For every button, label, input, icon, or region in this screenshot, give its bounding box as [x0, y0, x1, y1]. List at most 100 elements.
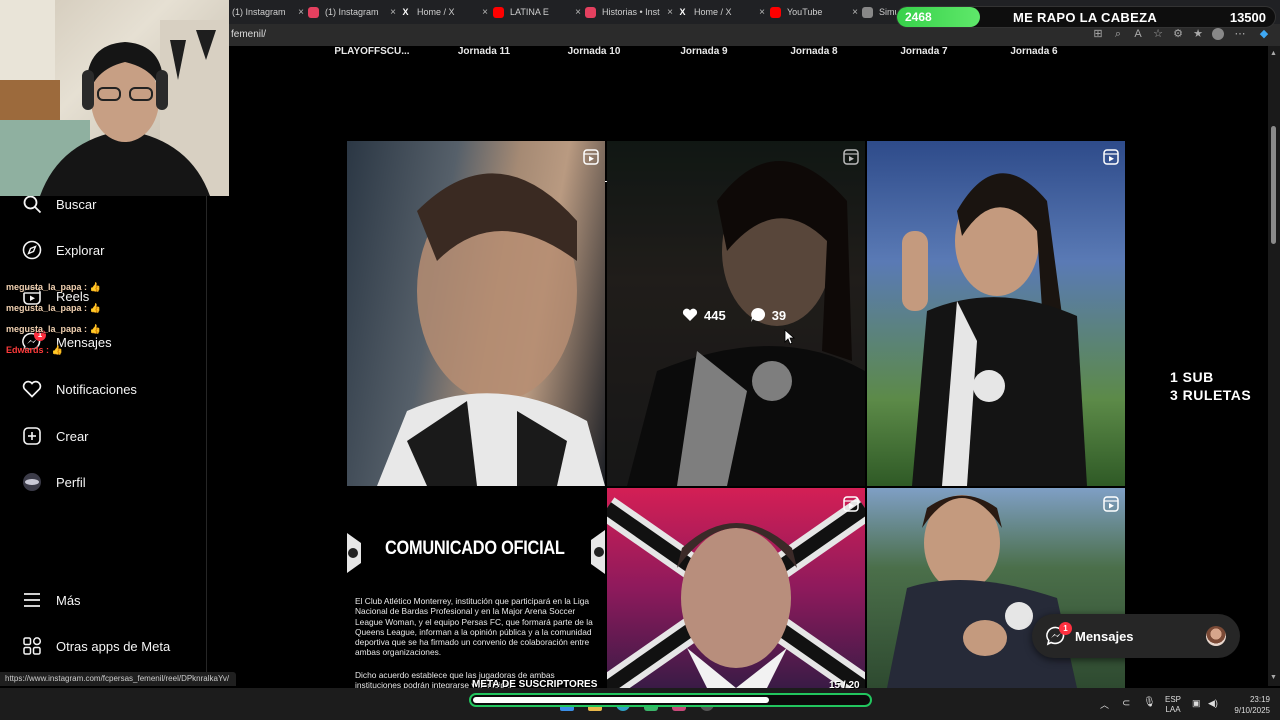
chat-message: Edwards : 👍: [6, 345, 63, 356]
contact-avatar[interactable]: [1206, 626, 1226, 646]
sidebar-item-meta-apps[interactable]: Otras apps de Meta: [22, 636, 170, 656]
post-player-pointing[interactable]: [867, 488, 1125, 688]
sidebar-item-label: Más: [56, 592, 81, 608]
instagram-icon: [585, 6, 596, 18]
copilot-icon[interactable]: ◆: [1258, 28, 1270, 40]
close-tab-icon[interactable]: ×: [482, 7, 488, 18]
browser-tab[interactable]: (1) Instagram ×: [232, 2, 304, 22]
profile-page: PLAYOFFSCU... Jornada 11 Jornada 10 Jornada…: [208, 46, 1268, 688]
read-aloud-icon[interactable]: A: [1132, 28, 1144, 40]
favorites-icon[interactable]: ★: [1192, 28, 1204, 40]
extensions-icon[interactable]: ⚙: [1172, 28, 1184, 40]
chat-username: Edwards :: [6, 345, 50, 355]
reel-indicator-icon: [583, 149, 599, 165]
heart-icon: [22, 380, 42, 398]
thumbs-up-emote-icon: 👍: [87, 282, 101, 292]
chat-message: megusta_la_papa : 👍: [6, 303, 101, 314]
highlight-label[interactable]: Jornada 11: [439, 46, 529, 57]
messages-label: Mensajes: [1075, 629, 1134, 644]
highlight-label[interactable]: Jornada 7: [879, 46, 969, 57]
volume-icon[interactable]: ◀): [1208, 698, 1218, 709]
post-player-portrait-1[interactable]: [347, 141, 605, 486]
sidebar-item-buscar[interactable]: Buscar: [22, 194, 96, 214]
announcement-title: COMUNICADO OFICIAL: [385, 538, 565, 559]
browser-tab[interactable]: (1) Instagram ×: [308, 2, 396, 22]
reel-indicator-icon: [843, 149, 859, 165]
network-icon[interactable]: ▣: [1192, 698, 1201, 709]
profile-avatar-icon[interactable]: [1212, 28, 1224, 40]
close-tab-icon[interactable]: ×: [390, 7, 396, 18]
browser-tab-title: Home / X: [694, 7, 732, 17]
comments-count: 39: [771, 307, 787, 323]
scrollbar-thumb[interactable]: [1271, 126, 1276, 244]
chat-username: megusta_la_papa :: [6, 324, 88, 334]
close-tab-icon[interactable]: ×: [575, 7, 581, 18]
scroll-up-icon[interactable]: ▲: [1270, 50, 1277, 57]
post-player-thumbsup[interactable]: [867, 141, 1125, 486]
likes-heart-icon: [682, 308, 698, 321]
browser-tab[interactable]: Historias • Inst ×: [585, 2, 673, 22]
microphone-icon[interactable]: 🎙: [1143, 697, 1156, 708]
highlight-label[interactable]: Jornada 10: [549, 46, 639, 57]
sidebar-item-crear[interactable]: Crear: [22, 426, 89, 446]
tray-app-icon[interactable]: ⊂: [1122, 698, 1130, 709]
url-text[interactable]: femenil/: [231, 29, 266, 40]
sidebar-item-notificaciones[interactable]: Notificaciones: [22, 379, 137, 399]
highlight-label[interactable]: PLAYOFFSCU...: [327, 46, 417, 57]
browser-tab-title: Historias • Inst: [602, 7, 660, 17]
more-menu-icon[interactable]: ⋯: [1234, 28, 1246, 40]
highlight-label[interactable]: Jornada 6: [989, 46, 1079, 57]
highlight-label[interactable]: Jornada 9: [659, 46, 749, 57]
chat-message: megusta_la_papa : 👍: [6, 282, 101, 293]
promo-line-2: 3 RULETAS: [1170, 387, 1252, 403]
sidebar-item-label: Perfil: [56, 474, 86, 490]
close-tab-icon[interactable]: ×: [759, 7, 765, 18]
scroll-down-icon[interactable]: ▼: [1270, 674, 1277, 681]
browser-tab[interactable]: YouTube ×: [770, 2, 858, 22]
post-player-smile[interactable]: 445 39: [607, 141, 865, 486]
subscriber-goal-bar: [469, 693, 872, 707]
link-status-bar: https://www.instagram.com/fcpersas_femen…: [0, 672, 236, 686]
sidebar-item-label: Otras apps de Meta: [56, 638, 171, 654]
favorite-star-icon[interactable]: ☆: [1152, 28, 1164, 40]
sidebar-item-explorar[interactable]: Explorar: [22, 240, 104, 260]
sidebar-item-label: Crear: [56, 428, 89, 444]
browser-tab-title: YouTube: [787, 7, 823, 17]
browser-tab-title: Home / X: [417, 7, 455, 17]
browser-tab[interactable]: Simu: [862, 2, 898, 22]
page-scrollbar[interactable]: ▲ ▼: [1268, 46, 1280, 686]
thumbs-up-emote-icon: 👍: [87, 324, 101, 334]
youtube-icon: [770, 6, 781, 18]
chat-username: megusta_la_papa :: [6, 303, 88, 313]
post-player-graphic[interactable]: [607, 488, 865, 688]
messages-badge: 1: [1059, 622, 1072, 635]
promo-line-1: 1 SUB: [1170, 369, 1214, 385]
stream-goal-meter: 2468 ME RAPO LA CABEZA 13500: [896, 6, 1276, 28]
clock-time: 23:19: [1249, 695, 1270, 704]
browser-tab[interactable]: X Home / X ×: [400, 2, 488, 22]
x-icon: X: [679, 6, 686, 17]
browser-tab[interactable]: X Home / X ×: [677, 2, 765, 22]
close-tab-icon[interactable]: ×: [667, 7, 673, 18]
streamer-webcam: [0, 0, 229, 196]
sidebar-item-perfil[interactable]: Perfil: [22, 472, 86, 492]
sidebar-item-label: Buscar: [56, 196, 97, 212]
announcement-body: El Club Atlético Monterrey, institución …: [355, 596, 593, 658]
language-indicator[interactable]: ESP LAA: [1165, 695, 1181, 715]
close-tab-icon[interactable]: ×: [852, 7, 858, 18]
close-tab-icon[interactable]: ×: [298, 7, 304, 18]
messages-floating-button[interactable]: 1 Mensajes: [1032, 614, 1240, 658]
post-comunicado-oficial[interactable]: COMUNICADO OFICIAL El Club Atlético Mont…: [347, 488, 605, 688]
install-icon[interactable]: ⊞: [1092, 28, 1104, 40]
sidebar-item-more[interactable]: Más: [22, 590, 81, 610]
meta-apps-icon: [23, 637, 42, 655]
player-photo-3: [902, 173, 1087, 486]
player-photo-1: [377, 173, 605, 486]
highlight-label[interactable]: Jornada 8: [769, 46, 859, 57]
post-stats: 445 39: [682, 307, 786, 323]
zoom-icon[interactable]: ⌕: [1112, 28, 1124, 40]
clock[interactable]: 23:19 9/10/2025: [1228, 694, 1270, 716]
tray-chevron-icon[interactable]: ︿: [1100, 698, 1109, 711]
browser-tab[interactable]: LATINA E ×: [493, 2, 581, 22]
chat-username: megusta_la_papa :: [6, 282, 88, 292]
